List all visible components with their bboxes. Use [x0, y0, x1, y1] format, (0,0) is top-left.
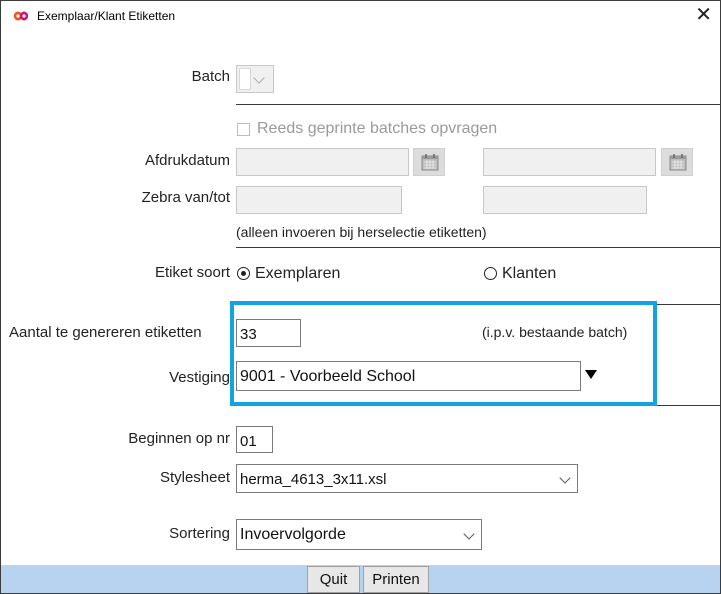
etiket-soort-label: Etiket soort — [154, 264, 230, 281]
sortering-value: Invoervolgorde — [240, 526, 346, 543]
calendar-icon — [669, 154, 687, 171]
sortering-select[interactable]: Invoervolgorde — [236, 519, 482, 550]
batch-label: Batch — [191, 68, 230, 85]
divider — [236, 104, 720, 105]
radio-klanten[interactable] — [484, 267, 497, 280]
zebra-label: Zebra van/tot — [141, 189, 230, 206]
afdrukdatum-label: Afdrukdatum — [144, 152, 230, 169]
title-bar: Exemplaar/Klant Etiketten ✕ — [1, 1, 720, 31]
afdrukdatum-from-field[interactable] — [236, 148, 409, 176]
calendar-icon — [421, 154, 439, 171]
stylesheet-value: herma_4613_3x11.xsl — [240, 471, 387, 488]
app-logo-icon — [13, 11, 29, 21]
zebra-to-field[interactable] — [483, 186, 647, 214]
reprint-label: Reeds geprinte batches opvragen — [257, 120, 498, 137]
quit-button[interactable]: Quit — [307, 566, 360, 593]
dialog-window: Exemplaar/Klant Etiketten ✕ Batch Reeds … — [0, 0, 721, 594]
radio-exemplaren[interactable] — [237, 267, 250, 280]
vestiging-label: Vestiging — [169, 369, 230, 386]
radio-exemplaren-label: Exemplaren — [255, 265, 341, 282]
chevron-down-icon — [559, 472, 571, 484]
batch-select[interactable] — [236, 65, 274, 93]
afdrukdatum-to-field[interactable] — [483, 148, 656, 176]
divider — [653, 405, 720, 406]
divider — [236, 247, 720, 248]
chevron-down-icon — [463, 528, 475, 540]
radio-klanten-label: Klanten — [502, 265, 557, 282]
herselectie-note: (alleen invoeren bij herselectie etikett… — [236, 224, 487, 240]
close-icon[interactable]: ✕ — [695, 4, 712, 26]
highlight-box — [230, 301, 657, 406]
aantal-label: Aantal te genereren etiketten — [9, 324, 202, 341]
afdrukdatum-from-calendar-button[interactable] — [413, 148, 445, 176]
reprint-checkbox[interactable] — [237, 123, 250, 136]
stylesheet-select[interactable]: herma_4613_3x11.xsl — [236, 464, 578, 493]
chevron-down-icon — [253, 72, 265, 84]
footer-bar — [1, 565, 720, 593]
afdrukdatum-to-calendar-button[interactable] — [661, 148, 693, 176]
stylesheet-label: Stylesheet — [159, 469, 230, 486]
printen-button[interactable]: Printen — [363, 566, 429, 593]
beginnen-input[interactable]: 01 — [236, 426, 273, 453]
beginnen-label: Beginnen op nr — [128, 430, 230, 447]
sortering-label: Sortering — [169, 525, 230, 542]
zebra-from-field[interactable] — [236, 186, 402, 214]
window-title: Exemplaar/Klant Etiketten — [37, 9, 176, 23]
